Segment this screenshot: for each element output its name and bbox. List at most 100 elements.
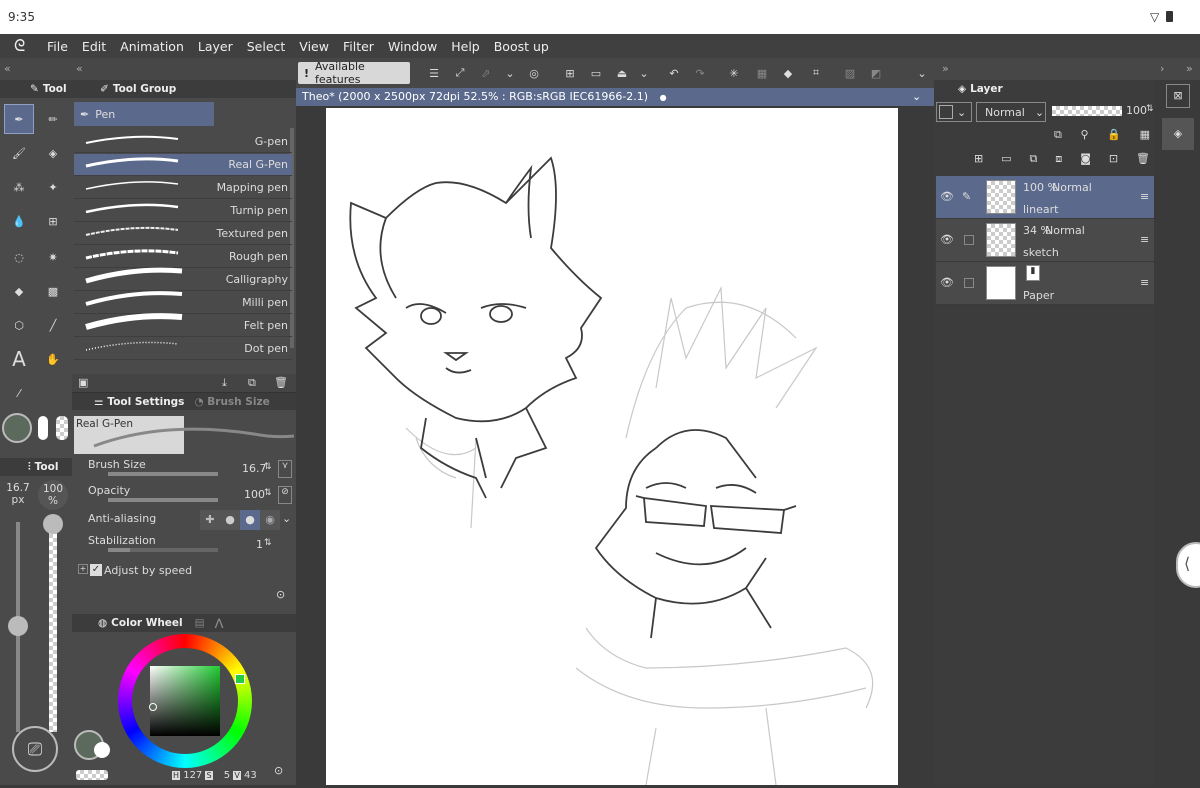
layer-lineart[interactable]: 👁 ✎ 100 % Normal lineart ≡ [936, 176, 1154, 219]
stabilization-slider[interactable] [108, 548, 218, 552]
apply-mask-icon[interactable]: ⊡ [1109, 152, 1118, 172]
auto-select-tool-button[interactable]: ✷ [38, 242, 68, 272]
invert-selection-icon[interactable]: ◩ [864, 62, 888, 84]
sub-color-dot[interactable] [94, 742, 110, 758]
menu-filter[interactable]: Filter [336, 39, 381, 54]
companion-icon[interactable]: ◎ [522, 62, 546, 84]
drag-handle-icon[interactable]: ≡ [1140, 276, 1149, 289]
blend-mode-select[interactable]: Normal ⌄ [976, 102, 1046, 122]
hue-handle[interactable] [235, 674, 245, 684]
edit-checkbox[interactable] [964, 235, 974, 245]
expand-right-icon[interactable]: › [1160, 62, 1164, 75]
fill-icon[interactable]: ◆ [776, 62, 800, 84]
loading-icon[interactable]: ✳ [722, 62, 746, 84]
merge-icon[interactable]: ⧈ [1055, 152, 1062, 172]
chevron-down-icon-2[interactable]: ⌄ [632, 62, 656, 84]
lock-icon[interactable]: 🔒 [1107, 128, 1121, 148]
menu-icon[interactable]: ☰ [422, 62, 446, 84]
collapse-left-icon-2[interactable]: « [76, 62, 83, 75]
blend-tool-button[interactable]: 💧 [4, 206, 34, 236]
opacity-slider[interactable] [108, 498, 218, 502]
chevron-down-icon-5[interactable]: ⌄ [912, 88, 921, 106]
document-tab[interactable]: Theo* (2000 x 2500px 72dpi 52.5% : RGB:s… [296, 88, 934, 106]
fill-tool-button[interactable]: ◆ [4, 276, 34, 306]
transparent-color-swatch[interactable] [56, 416, 68, 440]
sub-color-swatch[interactable] [38, 416, 48, 440]
mask-icon[interactable]: ◙ [1080, 152, 1091, 172]
resize-icon[interactable]: ⤢ [448, 62, 472, 84]
eraser-tool-button[interactable]: ◈ [38, 138, 68, 168]
import-brush-icon[interactable]: ⤓ [222, 376, 227, 390]
expand-icon[interactable]: + [78, 564, 88, 574]
eye-icon[interactable]: 👁 [940, 233, 954, 246]
edge-handle-icon[interactable]: ⟨ [1176, 542, 1200, 588]
line-tool-button[interactable]: ╱ [38, 310, 68, 340]
pen-group-tab[interactable]: ✒ Pen [74, 102, 214, 126]
menu-edit[interactable]: Edit [75, 39, 113, 54]
open-folder-icon[interactable]: ▭ [584, 62, 608, 84]
menu-select[interactable]: Select [240, 39, 293, 54]
clear-icon[interactable]: ▦ [750, 62, 774, 84]
menu-help[interactable]: Help [444, 39, 487, 54]
pen-tool-button[interactable]: ✒ [4, 104, 34, 134]
hand-tool-button[interactable]: ✋ [38, 344, 68, 374]
menu-animation[interactable]: Animation [113, 39, 191, 54]
undo-icon[interactable]: ↶ [662, 62, 686, 84]
aa-weak-icon[interactable]: ● [220, 510, 240, 530]
menu-file[interactable]: File [40, 39, 75, 54]
duplicate-brush-icon[interactable]: ⧉ [248, 376, 256, 390]
opacity-property[interactable]: Opacity 100 ⇅ ⊘ [74, 484, 294, 510]
crop-icon[interactable]: ⌗ [804, 62, 828, 84]
lock-transparent-icon[interactable]: ▦ [1140, 128, 1150, 148]
stepper-icon-3[interactable]: ⇅ [264, 538, 272, 548]
new-raster-layer-icon[interactable]: ⊞ [974, 152, 983, 172]
transfer-icon[interactable]: ⧉ [1030, 152, 1038, 172]
anti-aliasing-property[interactable]: Anti-aliasing ✚ ● ● ◉ ⌄ [74, 508, 294, 534]
brush-size-slider[interactable] [108, 472, 218, 476]
color-set-tab-icon[interactable]: ⋀ [215, 617, 224, 629]
navigator-icon[interactable]: ⊠ [1166, 84, 1190, 108]
collapse-left-icon[interactable]: « [4, 62, 11, 75]
eye-icon[interactable]: 👁 [940, 190, 954, 203]
clip-icon[interactable]: ⧉ [1054, 128, 1062, 148]
color-slider-tab-icon[interactable]: ▤ [195, 617, 205, 629]
opacity-slider-thumb[interactable] [43, 514, 63, 534]
app-logo-icon[interactable]: ᘓ [0, 36, 40, 56]
lasso-tool-button[interactable]: ◌ [4, 242, 34, 272]
brush-size-property[interactable]: Brush Size 16.7 ⇅ ⋎ [74, 458, 294, 484]
brush-size-tab[interactable]: ◔ Brush Size [194, 396, 269, 408]
deselect-icon[interactable]: ▨ [838, 62, 862, 84]
decoration-tool-button[interactable]: ✦ [38, 172, 68, 202]
collapse-right-icon-2[interactable]: » [1186, 62, 1193, 75]
menu-boost-up[interactable]: Boost up [487, 39, 556, 54]
new-file-icon[interactable]: ⊞ [558, 62, 582, 84]
stepper-icon-4[interactable]: ⇅ [1146, 104, 1154, 114]
aa-strong-icon[interactable]: ◉ [260, 510, 280, 530]
text-tool-button[interactable]: A [4, 344, 34, 374]
adjust-checkbox[interactable]: ✓ [90, 564, 102, 576]
aa-none-icon[interactable]: ✚ [200, 510, 220, 530]
reference-icon[interactable]: ⚲ [1081, 128, 1089, 148]
menu-layer[interactable]: Layer [191, 39, 240, 54]
layer-opacity-slider[interactable] [1052, 106, 1122, 116]
collapse-right-icon[interactable]: » [942, 62, 949, 75]
main-color-swatch[interactable] [2, 413, 32, 443]
no-entry-icon[interactable]: ⊘ [278, 486, 292, 504]
pencil-tool-button[interactable]: ✏ [38, 104, 68, 134]
layer-paper[interactable]: 👁 ▮ Paper ≡ [936, 262, 1154, 305]
chevron-down-icon[interactable]: ⌄ [498, 62, 522, 84]
delete-brush-icon[interactable]: 🗑 [274, 376, 288, 389]
menu-window[interactable]: Window [381, 39, 444, 54]
gradient-tool-button[interactable]: ▩ [38, 276, 68, 306]
canvas[interactable] [326, 108, 898, 786]
layer-sketch[interactable]: 👁 34 % Normal sketch ≡ [936, 219, 1154, 262]
brush-settings-icon[interactable]: ▣ [78, 376, 88, 389]
opacity-slider-track[interactable] [49, 522, 57, 732]
drag-handle-icon[interactable]: ≡ [1140, 190, 1149, 203]
pressure-icon[interactable]: ⋎ [278, 460, 292, 478]
chevron-down-icon-3[interactable]: ⌄ [910, 62, 934, 84]
swap-color-icon[interactable]: ⎚ [12, 726, 58, 772]
layer-dock-icon[interactable]: ◈ [1162, 118, 1194, 150]
chevron-down-icon-4[interactable]: ⌄ [282, 512, 291, 525]
menu-view[interactable]: View [292, 39, 336, 54]
